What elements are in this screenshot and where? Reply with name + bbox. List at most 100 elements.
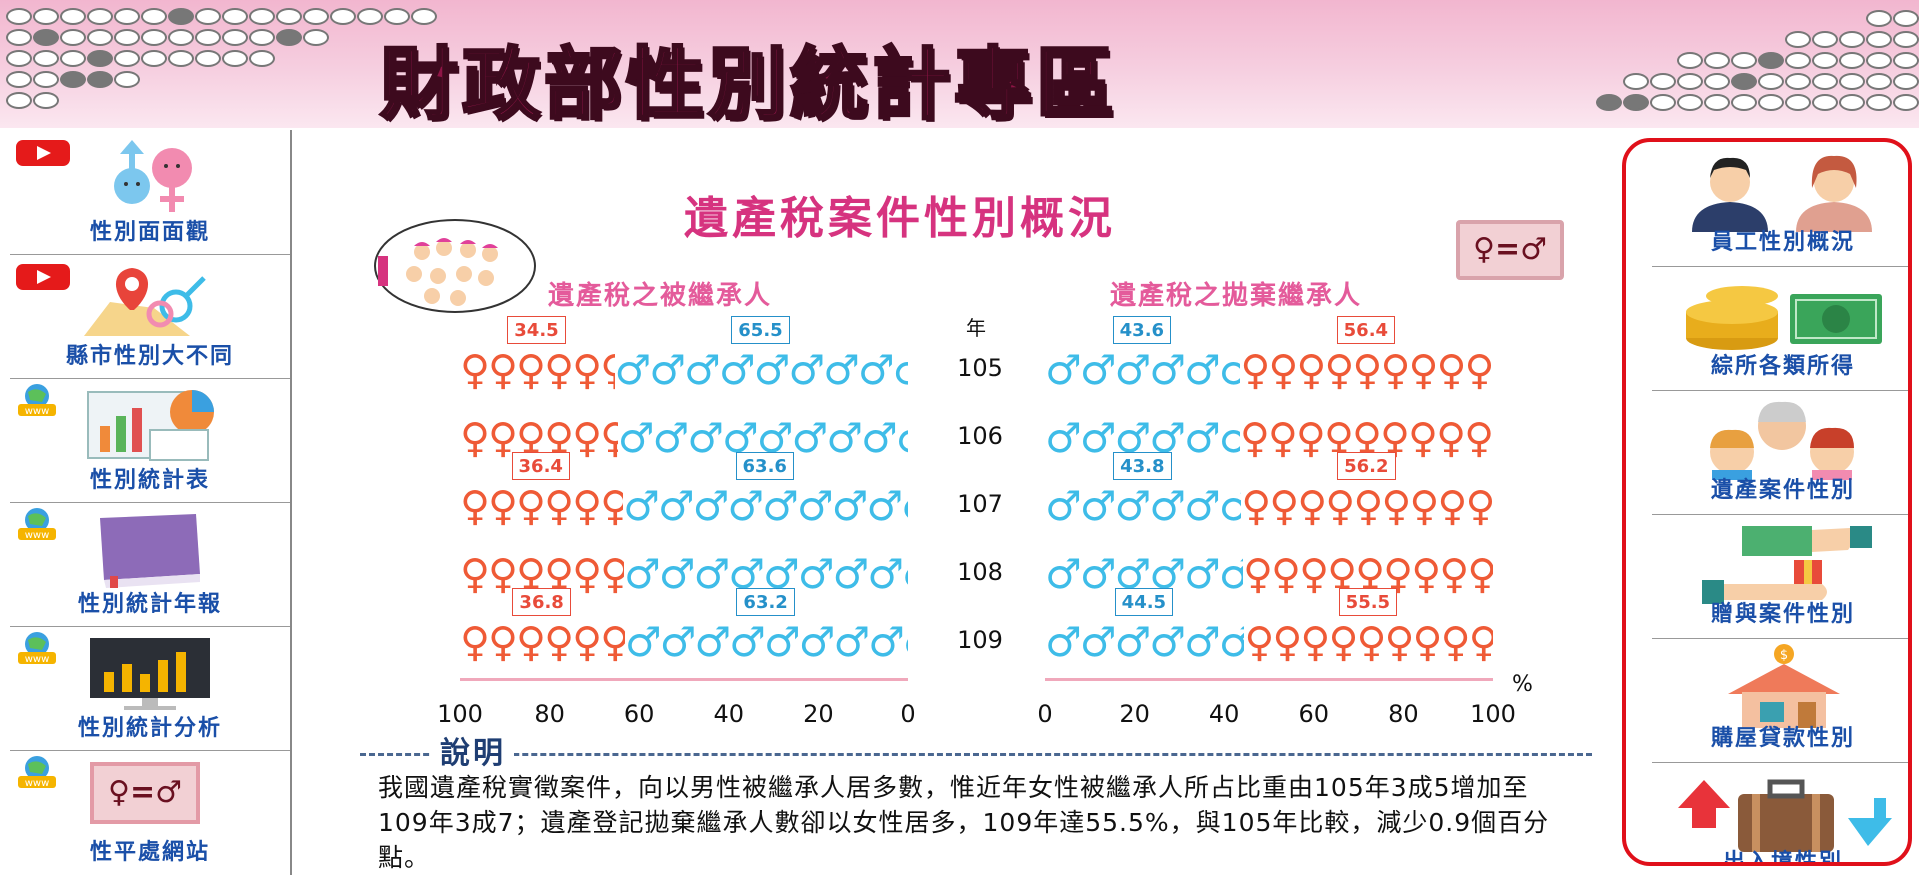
left-nav-gender-overview[interactable]: 性別面面觀 <box>10 130 290 255</box>
value-label: 36.8 <box>512 588 571 616</box>
staff-avatars-icon <box>1692 155 1872 232</box>
tick-label: 40 <box>713 700 745 728</box>
gift-hands-icon <box>1702 526 1872 604</box>
gender-characters-icon <box>114 140 192 212</box>
value-label: 55.5 <box>1338 588 1398 616</box>
right-nav-label: 贈與案件性別 <box>1710 602 1855 627</box>
male-bar: ♂♂♂♂♂♂♂♂♂♂♂♂ <box>1045 622 1245 662</box>
chart-right-subtitle: 遺產稅之拋棄繼承人 <box>1110 281 1363 311</box>
right-chart-baseline <box>1045 678 1493 681</box>
note-text: 我國遺產稅實徵案件，向以男性被繼承人居多數，惟近年女性被繼承人所占比重由105年… <box>378 773 1550 872</box>
chart-row: ♀♀♀♀♀♀♀♀♀♀♀♀♂♂♂♂♂♂♂♂♂♂♂♂ <box>460 622 908 662</box>
chart-row: ♀♀♀♀♀♀♀♀♀♀♀♀♂♂♂♂♂♂♂♂♂♂♂♂ <box>460 486 908 526</box>
left-nav-label: 性平處網站 <box>89 840 210 865</box>
page-title: 遺產稅案件性別概況 <box>684 193 1116 244</box>
banner-dot-pattern-right <box>1540 10 1919 115</box>
value-label: 56.2 <box>1337 452 1396 480</box>
value-label: 34.5 <box>507 316 566 344</box>
value-label: 56.4 <box>1336 316 1396 344</box>
svg-text:www: www <box>25 654 50 665</box>
year-label: 106 <box>957 422 1003 450</box>
family-icon <box>1710 401 1854 480</box>
year-label: 109 <box>957 626 1003 654</box>
youtube-icon <box>16 264 70 290</box>
house-loan-icon: $ <box>1728 644 1840 728</box>
tick-label: 40 <box>1208 700 1240 728</box>
right-nav-staff-gender[interactable]: 員工性別概況 <box>1652 142 1908 267</box>
right-nav-border-gender[interactable]: 出入境性別 <box>1652 762 1908 862</box>
tick-label: 80 <box>1388 700 1419 728</box>
tick-label: 80 <box>534 700 565 728</box>
chart-row: ♂♂♂♂♂♂♂♂♂♂♂♂♀♀♀♀♀♀♀♀♀♀♀♀ <box>1045 486 1493 526</box>
right-nav-gift-gender[interactable]: 贈與案件性別 <box>1652 514 1908 639</box>
right-nav-label: 購屋貸款性別 <box>1710 726 1855 751</box>
female-bar: ♀♀♀♀♀♀♀♀♀♀♀♀ <box>460 486 624 526</box>
chart-screen-icon <box>87 390 214 461</box>
left-nav-label: 性別統計年報 <box>77 592 222 617</box>
female-bar: ♀♀♀♀♀♀♀♀♀♀♀♀ <box>460 622 625 662</box>
right-nav-income-types[interactable]: 綜所各類所得 <box>1652 266 1908 391</box>
coins-and-cash-icon <box>1686 286 1882 350</box>
left-nav-label: 性別面面觀 <box>89 220 210 245</box>
male-bar: ♂♂♂♂♂♂♂♂♂♂♂♂ <box>614 350 908 390</box>
left-nav-label: 性別統計分析 <box>77 716 222 741</box>
male-bar: ♂♂♂♂♂♂♂♂♂♂♂♂ <box>623 486 908 526</box>
value-label: 43.6 <box>1112 316 1172 344</box>
right-nav-label: 綜所各類所得 <box>1710 354 1855 379</box>
right-sidebar: 員工性別概況 綜所各類所得 遺產案件性別 贈與案件性別 $ 購屋貸款性別 出入境… <box>1622 138 1912 866</box>
tick-label: 20 <box>1119 700 1150 728</box>
year-label: 107 <box>957 490 1003 518</box>
left-chart-baseline <box>460 678 908 681</box>
left-nav-gender-equality-site[interactable]: www ♀=♂ 性平處網站 <box>10 750 290 874</box>
map-pin-gender-icon <box>84 268 206 336</box>
svg-text:www: www <box>25 778 50 789</box>
tick-label: 60 <box>623 700 655 728</box>
luggage-arrows-icon <box>1678 779 1892 852</box>
left-nav-label: 性別統計表 <box>89 468 210 493</box>
right-nav-label: 遺產案件性別 <box>1710 478 1855 503</box>
chart-row: ♂♂♂♂♂♂♂♂♂♂♂♂♀♀♀♀♀♀♀♀♀♀♀♀ <box>1045 554 1493 594</box>
left-nav-label: 縣市性別大不同 <box>65 344 234 369</box>
note-divider <box>360 753 1592 756</box>
left-nav-gender-annual-report[interactable]: www 性別統計年報 <box>10 502 290 627</box>
tick-label: 100 <box>1470 700 1516 728</box>
left-nav-gender-stat-analysis[interactable]: www 性別統計分析 <box>10 626 290 751</box>
youtube-icon <box>16 140 70 166</box>
value-label: 43.8 <box>1113 452 1172 480</box>
female-bar: ♀♀♀♀♀♀♀♀♀♀♀♀ <box>1241 486 1493 526</box>
year-label: 105 <box>957 354 1003 382</box>
tick-label: 100 <box>437 700 483 728</box>
value-label: 63.2 <box>736 588 795 616</box>
chart-row: ♂♂♂♂♂♂♂♂♂♂♂♂♀♀♀♀♀♀♀♀♀♀♀♀ <box>1045 350 1493 390</box>
left-nav-county-gender[interactable]: 縣市性別大不同 <box>10 254 290 379</box>
year-label: 108 <box>957 558 1003 586</box>
male-bar: ♂♂♂♂♂♂♂♂♂♂♂♂ <box>1045 486 1242 526</box>
right-nav-estate-gender[interactable]: 遺產案件性別 <box>1652 390 1908 515</box>
banner-title: 財政部性別統計專區 <box>378 38 1119 129</box>
value-label: 63.6 <box>735 452 794 480</box>
header-banner: 財政部性別統計專區 <box>0 0 1919 128</box>
male-bar: ♂♂♂♂♂♂♂♂♂♂♂♂ <box>1045 350 1241 390</box>
svg-text:www: www <box>25 406 50 417</box>
tick-label: 20 <box>803 700 834 728</box>
bar-chart-monitor-icon <box>90 638 210 710</box>
value-label: 44.5 <box>1114 588 1174 616</box>
female-bar: ♀♀♀♀♀♀♀♀♀♀♀♀ <box>1240 350 1493 390</box>
left-nav-gender-stat-table[interactable]: www 性別統計表 <box>10 378 290 503</box>
gender-equality-symbol: ♀=♂ <box>1456 220 1564 280</box>
left-sidebar: 性別面面觀 縣市性別大不同 www 性別統計表 www 性別統計年報 www 性… <box>10 130 292 875</box>
www-globe-icon: www <box>18 756 56 789</box>
tick-label: 0 <box>1037 700 1053 728</box>
female-bar: ♀♀♀♀♀♀♀♀♀♀♀♀ <box>1244 622 1493 662</box>
male-bar: ♂♂♂♂♂♂♂♂♂♂♂♂ <box>624 622 908 662</box>
www-globe-icon: www <box>18 508 56 541</box>
people-group-icon <box>374 219 536 313</box>
note-heading: 說明 <box>432 728 514 772</box>
chart-row: ♀♀♀♀♀♀♀♀♀♀♀♀♂♂♂♂♂♂♂♂♂♂♂♂ <box>460 350 908 390</box>
female-bar: ♀♀♀♀♀♀♀♀♀♀♀♀ <box>460 350 615 390</box>
tick-label: 60 <box>1298 700 1330 728</box>
svg-text:$: $ <box>1780 648 1788 663</box>
svg-text:www: www <box>25 530 50 541</box>
right-nav-housing-loan-gender[interactable]: $ 購屋貸款性別 <box>1652 638 1908 763</box>
year-axis-header: 年 <box>966 316 986 340</box>
